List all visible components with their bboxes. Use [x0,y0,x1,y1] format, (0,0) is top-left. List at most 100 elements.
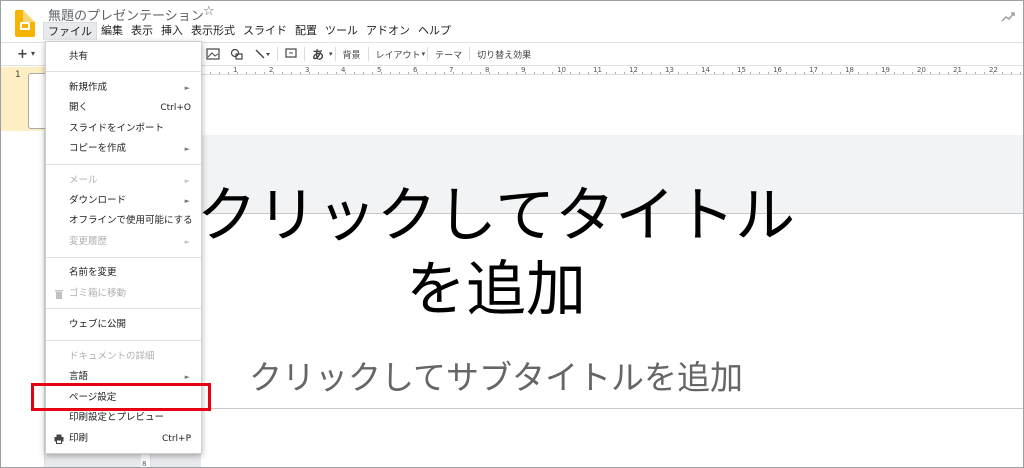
menu-bar: ファイル 編集 表示 挿入 表示形式 スライド 配置 ツール アドオン ヘルプ [43,22,455,40]
toolbar-divider [304,47,305,61]
menu-item-email: メール ► [46,172,201,190]
printer-icon [54,434,64,444]
shape-dropdown-button[interactable] [225,48,249,60]
app-window: 無題のプレゼンテーション ☆ ファイル 編集 表示 挿入 表示形式 スライド 配… [0,0,1024,468]
background-button[interactable]: 背景 [338,48,366,61]
menu-edit[interactable]: 編集 [97,22,127,40]
text-style-caret-icon[interactable]: ▾ [329,50,333,58]
submenu-arrow-icon: ► [184,84,190,92]
menu-divider [46,308,201,309]
menu-item-open[interactable]: 開く Ctrl+O [46,99,201,117]
ruler-number: 1 [233,66,238,74]
slide-number: 1 [15,70,21,80]
ruler-number: 4 [341,66,346,74]
menu-arrange[interactable]: 配置 [291,22,321,40]
menu-divider [46,71,201,72]
ruler-number: 16 [773,66,782,74]
ruler-numbers: 1234567891011121314151617181920212223 [201,66,1023,74]
menu-item-offline[interactable]: オフラインで使用可能にする [46,212,201,230]
menu-slide[interactable]: スライド [239,22,291,40]
ruler-number: 21 [953,66,962,74]
ruler-number: 18 [845,66,854,74]
menu-item-label: ウェブに公開 [69,319,127,330]
shape-icon [230,48,243,60]
ruler-number: 8 [142,460,147,468]
comment-button[interactable] [280,48,302,60]
menu-item-details: ドキュメントの詳細 [46,348,201,366]
image-dropdown-button[interactable] [201,48,225,60]
menu-view[interactable]: 表示 [127,22,157,40]
submenu-arrow-icon: ► [184,238,190,246]
comment-icon [285,48,297,58]
menu-item-share[interactable]: 共有 [46,48,201,66]
menu-item-label: メール [69,175,98,186]
layout-caret-icon[interactable]: ▾ [422,50,426,58]
menu-divider [46,257,201,258]
menu-item-label: 変更履歴 [69,236,108,247]
image-icon [206,48,220,60]
theme-button[interactable]: テーマ [430,48,467,61]
text-style-button[interactable]: あ [307,46,329,63]
subtitle-placeholder[interactable]: クリックしてサブタイトルを追加 [171,358,821,398]
menu-item-trash: ゴミ箱に移動 [46,285,201,303]
ruler-number: 11 [593,66,602,74]
title-placeholder[interactable]: クリックしてタイトルを追加 [171,179,821,327]
menu-item-print-preview[interactable]: 印刷設定とプレビュー [46,409,201,427]
transition-button[interactable]: 切り替え効果 [472,48,536,61]
line-dropdown-button[interactable] [249,48,275,60]
new-slide-caret-icon[interactable]: ▾ [31,49,35,58]
menu-item-label: 印刷 [69,433,89,444]
menu-item-new[interactable]: 新規作成 ► [46,79,201,97]
slide-thumbnail[interactable] [28,73,45,129]
menu-addons[interactable]: アドオン [362,22,414,40]
trend-icon[interactable] [1001,11,1015,23]
menu-divider [46,164,201,165]
ruler-number: 19 [881,66,890,74]
menu-item-download[interactable]: ダウンロード ► [46,192,201,210]
menu-item-label: 新規作成 [69,82,108,93]
menu-item-label: 言語 [69,371,89,382]
toolbar-divider [334,47,336,61]
menu-item-import-slides[interactable]: スライドをインポート [46,120,201,138]
toolbar-divider [427,47,429,61]
toolbar-divider [367,47,369,61]
layout-button[interactable]: レイアウト [371,48,426,61]
new-slide-button[interactable]: + [17,47,28,62]
menu-format[interactable]: 表示形式 [187,22,239,40]
submenu-arrow-icon: ► [184,177,190,185]
toolbar-divider [277,47,278,61]
menu-item-label: 共有 [69,51,89,62]
menu-file[interactable]: ファイル [43,22,97,40]
ruler-number: 15 [737,66,746,74]
menu-insert[interactable]: 挿入 [157,22,187,40]
menu-item-print[interactable]: 印刷 Ctrl+P [46,430,201,448]
menu-item-label: コピーを作成 [69,143,127,154]
menu-item-label: ドキュメントの詳細 [69,351,155,362]
star-icon[interactable]: ☆ [203,4,215,19]
line-icon [255,49,270,59]
ruler-number: 3 [305,66,310,74]
menu-item-make-copy[interactable]: コピーを作成 ► [46,140,201,158]
shortcut-label: Ctrl+O [160,103,191,113]
menu-item-rename[interactable]: 名前を変更 [46,264,201,282]
menu-item-label: 印刷設定とプレビュー [69,412,165,423]
submenu-arrow-icon: ► [184,145,190,153]
menu-item-label: ゴミ箱に移動 [69,288,127,299]
menu-help[interactable]: ヘルプ [414,22,455,40]
ruler-number: 2 [269,66,274,74]
ruler-number: 9 [521,66,526,74]
trash-icon [55,290,63,299]
ruler-number: 22 [989,66,998,74]
menu-item-publish[interactable]: ウェブに公開 [46,316,201,334]
submenu-arrow-icon: ► [184,197,190,205]
annotation-highlight-box [31,383,211,411]
ruler-number: 13 [665,66,674,74]
shortcut-label: Ctrl+P [162,434,191,444]
menu-tools[interactable]: ツール [321,22,362,40]
toolbar-divider [469,47,471,61]
ruler-number: 17 [809,66,818,74]
ruler-number: 20 [917,66,926,74]
menu-item-label: ダウンロード [69,195,127,206]
menu-item-label: スライドをインポート [69,123,165,134]
slides-logo-icon[interactable] [15,10,35,37]
